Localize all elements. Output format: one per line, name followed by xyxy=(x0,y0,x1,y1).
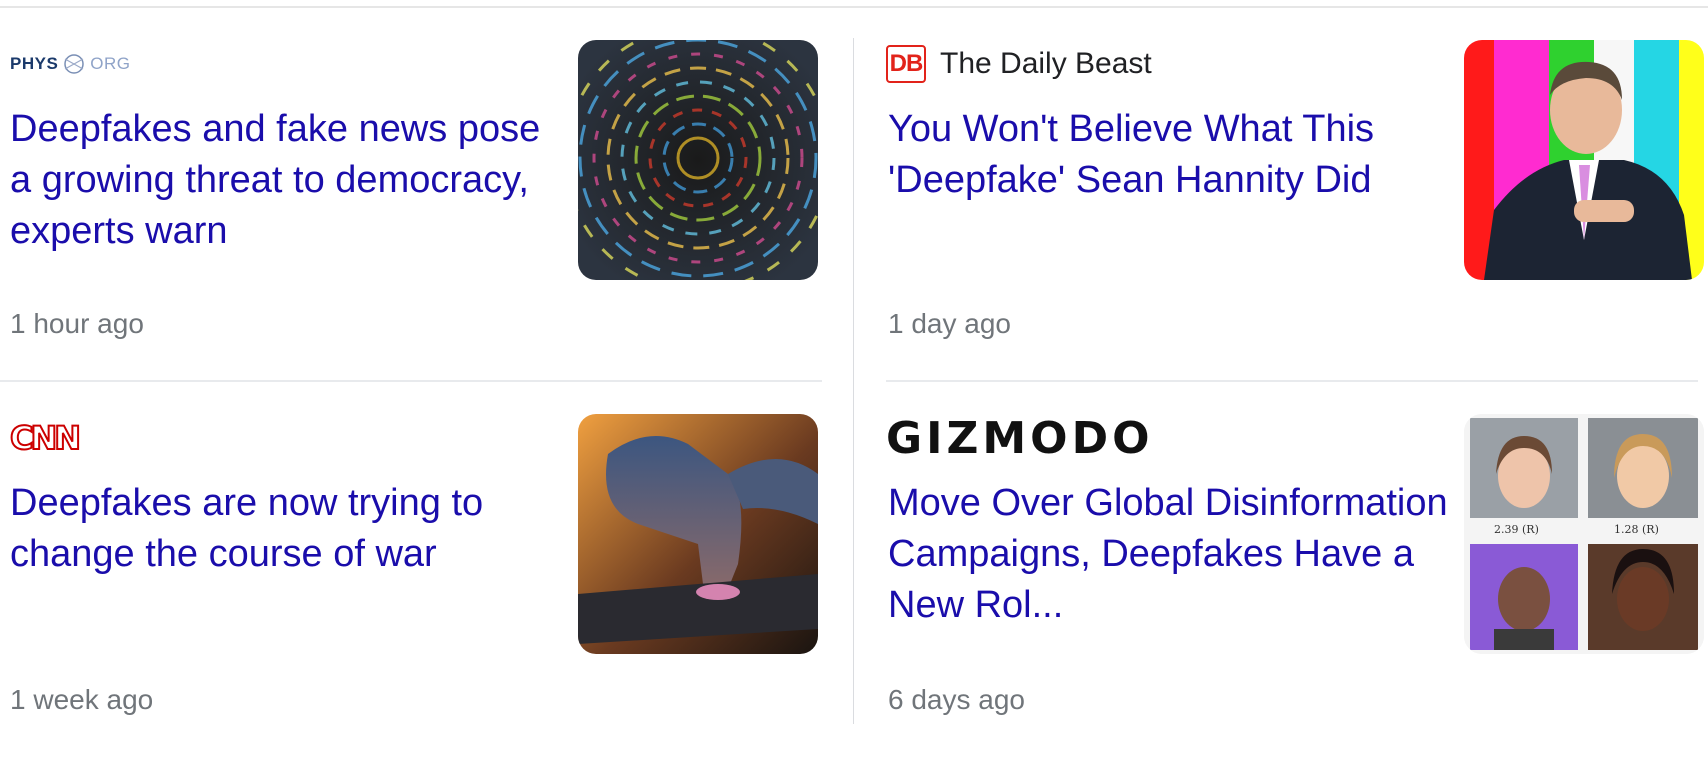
source-cnn[interactable]: CNN xyxy=(9,414,82,462)
news-card-physorg[interactable]: PHYS ORG Deepfakes and fake news pose a … xyxy=(0,40,818,380)
column-divider xyxy=(853,38,854,724)
physorg-logo: PHYS ORG xyxy=(10,49,131,79)
source-gizmodo[interactable]: GIZMODO xyxy=(886,412,1154,464)
man-in-suit-photo[interactable] xyxy=(1464,40,1704,280)
news-card-cnn[interactable]: CNN Deepfakes are now trying to change t… xyxy=(0,414,818,754)
source-name-dailybeast: The Daily Beast xyxy=(940,47,1152,80)
headline-cnn[interactable]: Deepfakes are now trying to change the c… xyxy=(10,478,570,580)
news-card-dailybeast[interactable]: DB The Daily Beast You Won't Believe Wha… xyxy=(886,40,1704,380)
physorg-emblem-icon xyxy=(64,54,85,74)
cnn-logo: CNN xyxy=(9,418,82,458)
finger-touching-phone-photo[interactable] xyxy=(578,414,818,654)
row-divider-right xyxy=(886,380,1698,382)
headline-gizmodo[interactable]: Move Over Global Disinformation Campaign… xyxy=(888,478,1448,631)
faces-grid-label-1: 2.39 (R) xyxy=(1494,523,1539,536)
gizmodo-logo: GIZMODO xyxy=(886,412,1154,464)
row-divider-left xyxy=(0,380,822,382)
dailybeast-logo: DB xyxy=(886,45,926,83)
source-dailybeast[interactable]: DB The Daily Beast xyxy=(886,40,1152,88)
headline-dailybeast[interactable]: You Won't Believe What This 'Deepfake' S… xyxy=(888,104,1448,206)
top-divider xyxy=(0,6,1708,8)
headline-physorg[interactable]: Deepfakes and fake news pose a growing t… xyxy=(10,104,570,257)
source-physorg[interactable]: PHYS ORG xyxy=(10,40,131,88)
faces-grid-label-2: 1.28 (R) xyxy=(1614,523,1659,536)
timestamp-cnn: 1 week ago xyxy=(10,684,154,715)
timestamp-dailybeast: 1 day ago xyxy=(888,308,1011,339)
timestamp-physorg: 1 hour ago xyxy=(10,308,144,339)
abstract-swirl-image[interactable] xyxy=(578,40,818,280)
timestamp-gizmodo: 6 days ago xyxy=(888,684,1025,715)
faces-grid-photo[interactable]: 2.39 (R) 1.28 (R) xyxy=(1464,414,1704,654)
news-card-gizmodo[interactable]: GIZMODO Move Over Global Disinformation … xyxy=(886,412,1704,754)
